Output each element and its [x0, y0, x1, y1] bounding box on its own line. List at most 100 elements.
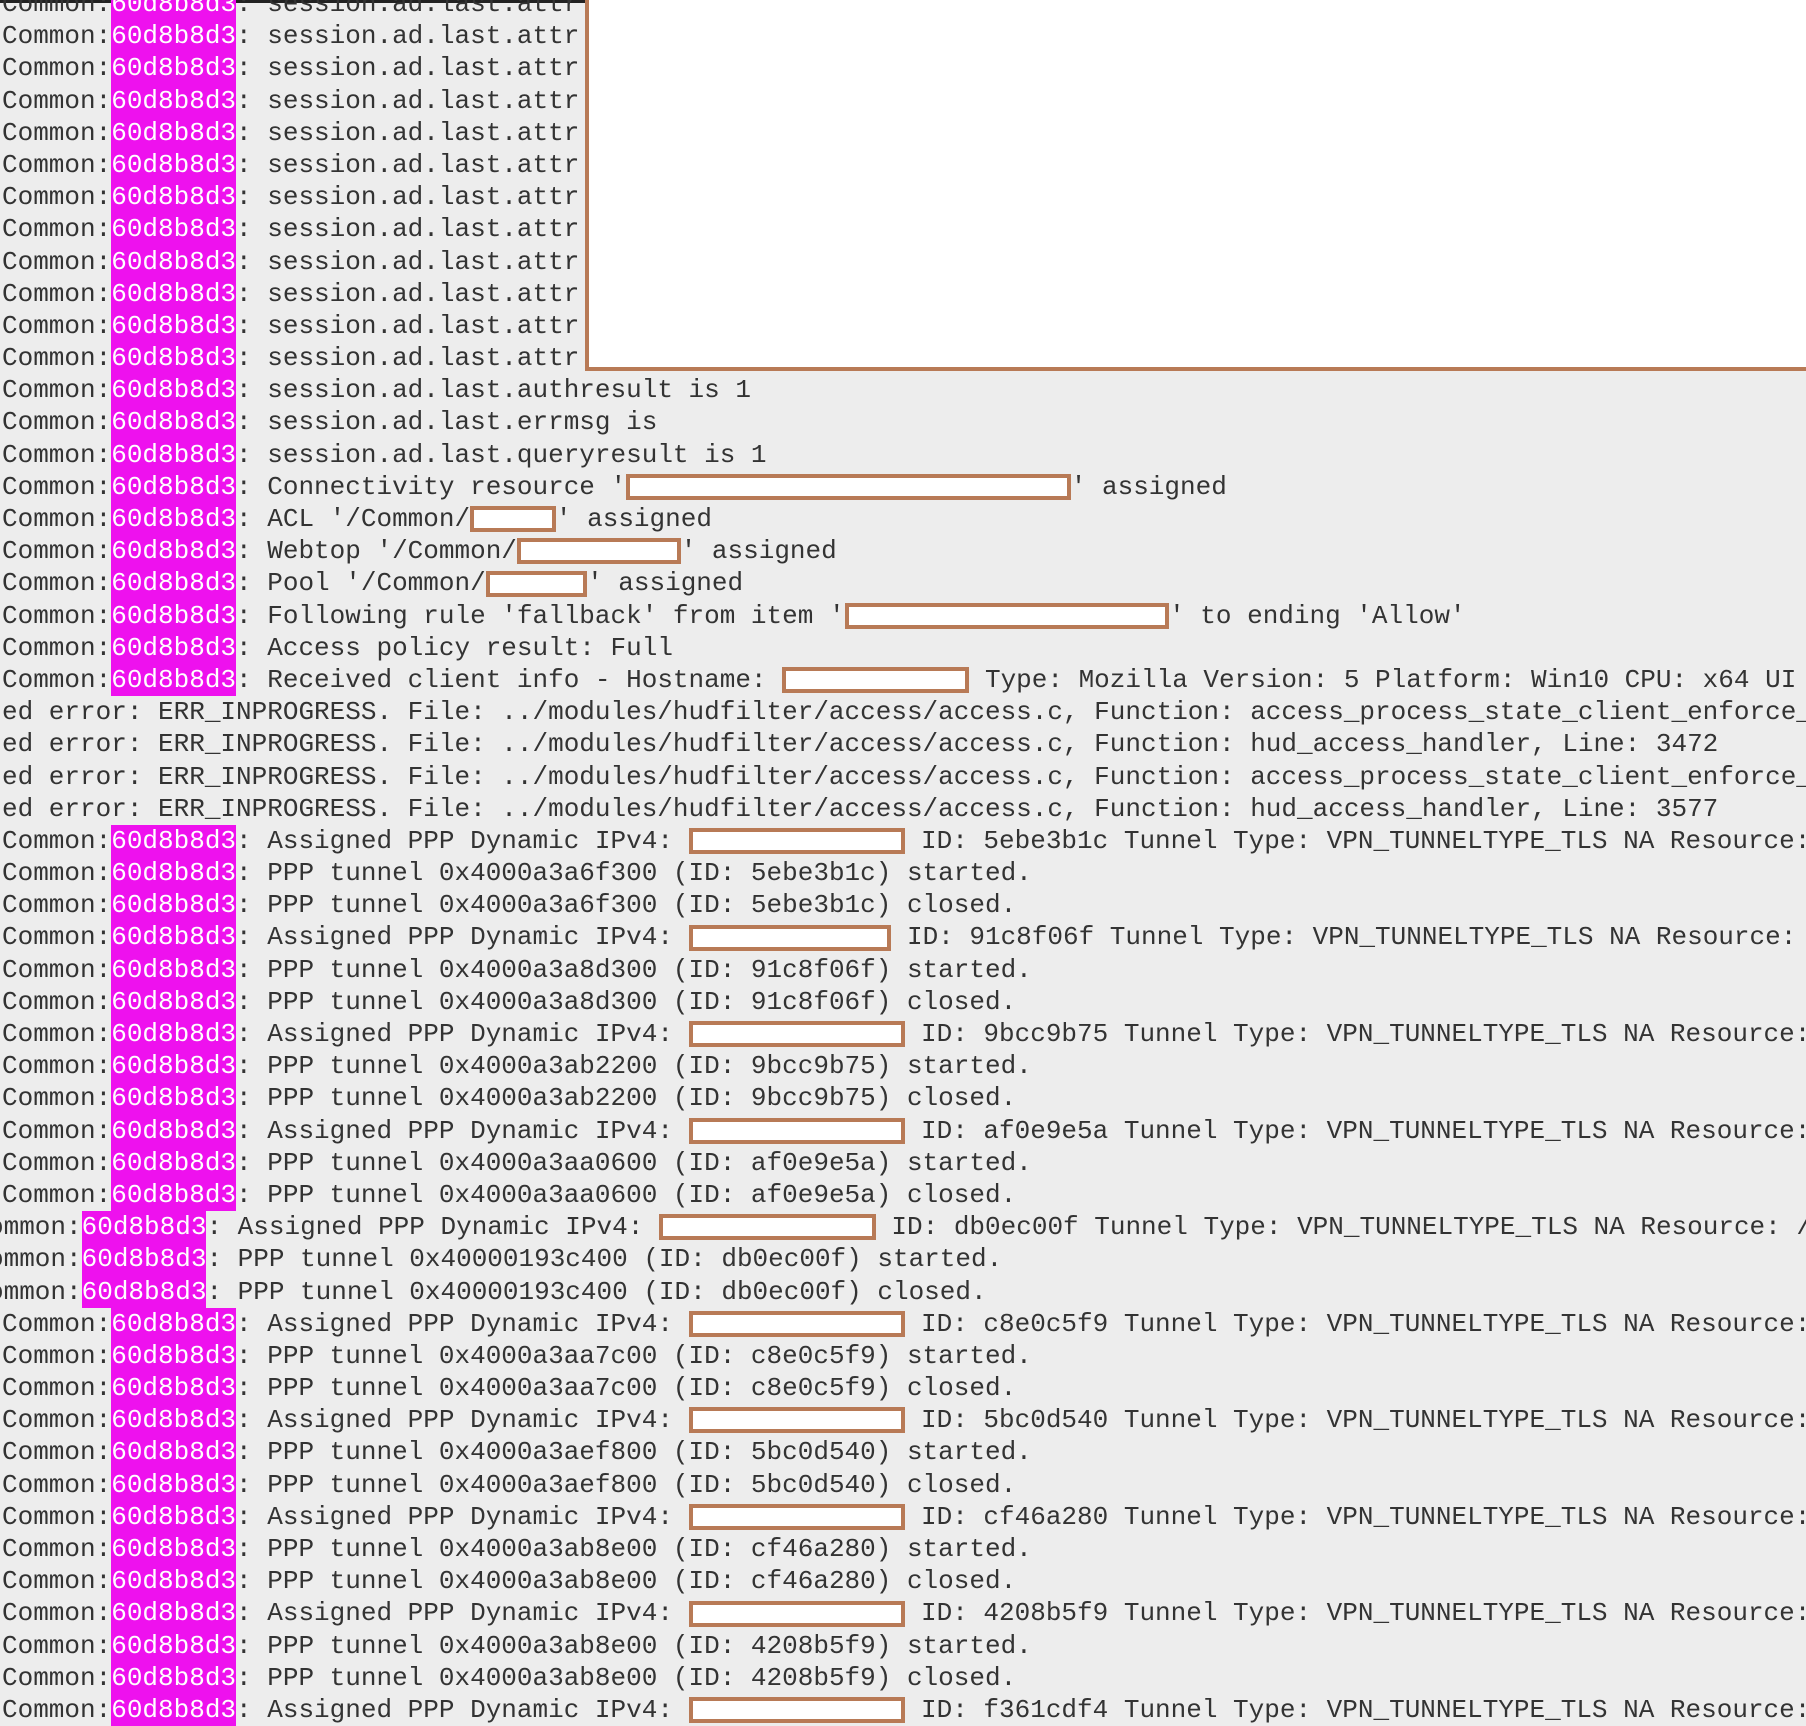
session-id-highlight: 60d8b8d3 — [111, 1082, 237, 1115]
log-message: ' assigned — [555, 504, 712, 534]
log-line: Common:60d8b8d3: Assigned PPP Dynamic IP… — [2, 921, 1806, 954]
session-id-highlight: 60d8b8d3 — [111, 0, 237, 21]
redacted-value — [688, 1600, 906, 1627]
log-message: : Assigned PPP Dynamic IPv4: — [206, 1212, 659, 1243]
log-message: : PPP tunnel 0x4000a3ab8e00 (ID: 4208b5f… — [236, 1662, 1017, 1693]
log-message: : Assigned PPP Dynamic IPv4: — [236, 1405, 689, 1436]
log-message: : session.ad.last.attr. — [236, 182, 595, 213]
log-partition: Common: — [2, 1115, 112, 1146]
session-id-highlight: 60d8b8d3 — [111, 663, 237, 697]
session-id-highlight: 60d8b8d3 — [81, 1243, 207, 1276]
log-partition: Common: — [2, 1308, 112, 1339]
log-message: : PPP tunnel 0x4000a3aa7c00 (ID: c8e0c5f… — [236, 1340, 1032, 1371]
log-message: : PPP tunnel 0x4000a3aa0600 (ID: af0e9e5… — [236, 1179, 1017, 1210]
session-id-highlight: 60d8b8d3 — [111, 631, 237, 664]
log-line: Common:60d8b8d3: Received client info - … — [2, 663, 1806, 697]
log-message: ed error: ERR_INPROGRESS. File: ../modul… — [2, 761, 1806, 792]
log-line: Common:60d8b8d3: PPP tunnel 0x4000a3aa7c… — [2, 1372, 1806, 1405]
log-message: : PPP tunnel 0x4000a3aef800 (ID: 5bc0d54… — [236, 1469, 1017, 1500]
log-partition: Common: — [2, 1630, 112, 1661]
log-partition: Common: — [2, 310, 112, 341]
log-partition: Common: — [2, 1147, 112, 1178]
log-partition: Common: — [2, 439, 112, 470]
log-line: Common:60d8b8d3: session.ad.last.errmsg … — [2, 406, 1806, 439]
log-partition: Common: — [2, 1694, 112, 1725]
session-id-highlight: 60d8b8d3 — [111, 1050, 237, 1083]
session-id-highlight: 60d8b8d3 — [111, 503, 237, 536]
log-partition: Common: — [2, 214, 112, 245]
redacted-value — [688, 828, 906, 854]
log-partition: Common: — [2, 1051, 112, 1082]
session-id-highlight: 60d8b8d3 — [111, 374, 237, 407]
session-id-highlight: 60d8b8d3 — [111, 52, 237, 85]
log-line: Common:60d8b8d3: PPP tunnel 0x4000a3ab8e… — [2, 1565, 1806, 1598]
log-partition: Common: — [2, 1662, 112, 1693]
log-line: Common:60d8b8d3: PPP tunnel 0x4000a3ab22… — [2, 1082, 1806, 1115]
session-id-highlight: 60d8b8d3 — [111, 342, 237, 375]
log-line: Common:60d8b8d3: Assigned PPP Dynamic IP… — [2, 1114, 1806, 1147]
redacted-value — [470, 506, 556, 533]
session-id-highlight: 60d8b8d3 — [111, 20, 237, 53]
log-message: : session.ad.last.attr. — [236, 85, 595, 116]
log-line: Common:60d8b8d3: PPP tunnel 0x4000a3ab8e… — [2, 1533, 1806, 1566]
log-message: : session.ad.last.attr. — [236, 343, 595, 374]
log-line: Common:60d8b8d3: Assigned PPP Dynamic IP… — [2, 1693, 1806, 1726]
log-line: Common:60d8b8d3: Assigned PPP Dynamic IP… — [2, 1307, 1806, 1340]
log-partition: Common: — [2, 117, 112, 148]
redaction-overlay — [585, 0, 1806, 371]
log-line: Common:60d8b8d3: PPP tunnel 0x4000a3aa7c… — [2, 1339, 1806, 1373]
session-id-highlight: 60d8b8d3 — [111, 599, 237, 632]
log-message: : Assigned PPP Dynamic IPv4: — [236, 1115, 689, 1146]
log-message: ID: cf46a280 Tunnel Type: VPN_TUNNELTYPE… — [905, 1501, 1806, 1532]
session-id-highlight: 60d8b8d3 — [111, 1500, 237, 1533]
log-message: : session.ad.last.attr. — [236, 310, 595, 341]
log-message: : session.ad.last.attr. — [236, 278, 595, 309]
log-error-line: ed error: ERR_INPROGRESS. File: ../modul… — [2, 728, 1806, 760]
log-message: ' to ending 'Allow' — [1169, 600, 1466, 631]
log-line: Common:60d8b8d3: session.ad.last.queryre… — [2, 438, 1806, 471]
log-line: Common:60d8b8d3: PPP tunnel 0x4000a3aef8… — [2, 1468, 1806, 1501]
log-partition: Common: — [2, 600, 112, 631]
redacted-value — [485, 570, 588, 597]
redacted-value — [516, 538, 681, 565]
log-partition: Common: — [2, 890, 112, 921]
session-id-highlight: 60d8b8d3 — [111, 921, 237, 954]
log-line: Common:60d8b8d3: PPP tunnel 0x4000a3aa06… — [2, 1178, 1806, 1212]
log-partition: Common: — [2, 954, 112, 985]
session-id-highlight: 60d8b8d3 — [111, 406, 237, 439]
session-id-highlight: 60d8b8d3 — [111, 1018, 237, 1051]
log-message: : session.ad.last.attr. — [236, 53, 595, 84]
log-message: : PPP tunnel 0x4000a3a8d300 (ID: 91c8f06… — [236, 954, 1032, 985]
log-message: : PPP tunnel 0x4000a3ab8e00 (ID: 4208b5f… — [236, 1630, 1032, 1661]
log-message: ID: 4208b5f9 Tunnel Type: VPN_TUNNELTYPE… — [905, 1598, 1806, 1629]
session-id-highlight: 60d8b8d3 — [111, 857, 237, 890]
log-message: : Connectivity resource ' — [236, 471, 627, 502]
log-partition: Common: — [2, 407, 112, 438]
log-message: ID: 5bc0d540 Tunnel Type: VPN_TUNNELTYPE… — [905, 1405, 1806, 1436]
log-message: ed error: ERR_INPROGRESS. File: ../modul… — [2, 729, 1719, 760]
log-partition: Common: — [2, 922, 112, 953]
log-error-line: ed error: ERR_INPROGRESS. File: ../modul… — [2, 793, 1806, 825]
log-message: Type: Mozilla Version: 5 Platform: Win10… — [969, 664, 1806, 695]
log-message: ID: c8e0c5f9 Tunnel Type: VPN_TUNNELTYPE… — [905, 1308, 1806, 1339]
log-partition: Common: — [2, 1019, 112, 1049]
session-id-highlight: 60d8b8d3 — [111, 1565, 237, 1598]
log-message: ID: db0ec00f Tunnel Type: VPN_TUNNELTYPE… — [875, 1212, 1806, 1243]
redacted-value — [626, 473, 1071, 500]
session-id-highlight: 60d8b8d3 — [111, 1339, 237, 1373]
session-id-highlight: 60d8b8d3 — [111, 181, 237, 214]
log-partition: Common: — [2, 21, 112, 52]
log-partition: Common: — [2, 825, 112, 856]
session-id-highlight: 60d8b8d3 — [111, 1307, 237, 1340]
log-message: : session.ad.last.attr. — [236, 149, 595, 180]
log-partition: Common: — [2, 1566, 112, 1597]
log-message: : PPP tunnel 0x4000a3ab8e00 (ID: cf46a28… — [236, 1566, 1017, 1597]
log-partition: Common: — [2, 986, 112, 1017]
log-message: ID: 5ebe3b1c Tunnel Type: VPN_TUNNELTYPE… — [905, 825, 1806, 856]
session-id-highlight: 60d8b8d3 — [111, 309, 237, 343]
log-partition: Common: — [2, 1501, 112, 1532]
log-line: Common:60d8b8d3: PPP tunnel 0x4000a3a6f3… — [2, 857, 1806, 890]
log-partition: Common: — [2, 1340, 112, 1371]
redacted-value — [688, 1310, 906, 1337]
session-id-highlight: 60d8b8d3 — [111, 1114, 237, 1147]
